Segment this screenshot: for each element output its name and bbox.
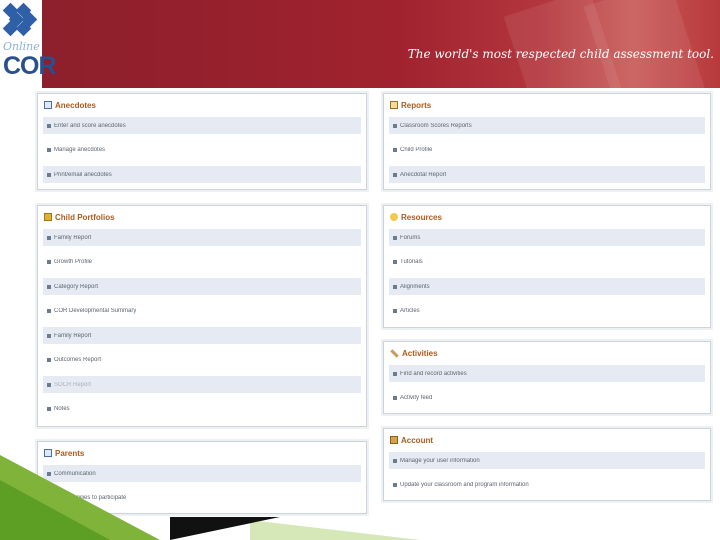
bullet-icon [393,458,397,463]
panel-link[interactable]: Outcomes Report [43,352,361,369]
decorative-black-triangle [170,517,280,540]
link-label: Update your classroom and program inform… [400,482,529,488]
panel-link[interactable]: SOCR Report [43,376,361,393]
link-label: Forums [400,234,421,241]
bullet-icon [393,284,397,289]
panel-link[interactable]: Growth Profile [43,254,361,271]
bullet-icon [393,235,397,240]
logo-tiles-icon [2,2,39,37]
bullet-icon [393,371,397,376]
link-label: Manage your user information [400,457,480,464]
portfolio-icon [44,213,52,221]
link-label: Manage anecdotes [54,147,106,153]
account-icon [390,436,398,444]
panel-link[interactable]: Print/email anecdotes [43,166,361,183]
child-portfolios-panel: Child Portfolios Family Report Growth Pro… [37,205,367,427]
pencil-icon [390,348,399,358]
bullet-icon [47,333,51,338]
bullet-icon [393,172,397,177]
panel-link[interactable]: Update your classroom and program inform… [389,477,705,494]
bullet-icon [47,358,51,362]
panel-header: Child Portfolios [44,210,115,224]
bullet-icon [47,407,51,411]
link-label: COR Developmental Summary [54,308,137,314]
link-label: Family Report [54,332,92,339]
bullet-icon [393,123,397,128]
bullet-icon [393,148,397,152]
bullet-icon [47,235,51,240]
decorative-green-triangle [0,480,110,540]
link-label: Child Profile [400,147,433,153]
link-label: Articles [400,308,420,314]
panel-header: Anecdotes [44,98,96,112]
panel-link[interactable]: Family Report [43,229,361,246]
panel-title: Account [401,435,433,445]
panel-link[interactable]: Forums [389,229,705,246]
panel-link[interactable]: Manage anecdotes [43,142,361,159]
header-banner: Online COR The world's most respected ch… [0,0,720,88]
panel-title: Child Portfolios [55,212,115,222]
link-label: Find and record activities [400,370,467,377]
reports-panel: Reports Classroom Scores Reports Child Pr… [383,93,711,190]
panel-link[interactable]: Notes [43,401,361,418]
logo[interactable]: Online COR [0,0,57,88]
panel-title: Activities [402,348,438,358]
bullet-icon [393,483,397,487]
link-label: Enter and score anecdotes [54,122,126,129]
bullet-icon [47,309,51,313]
panel-link[interactable]: Classroom Scores Reports [389,117,705,134]
tagline: The world's most respected child assessm… [407,47,714,61]
bullet-icon [47,172,51,177]
bullet-icon [393,396,397,400]
panel-link[interactable]: Family Report [43,327,361,344]
link-label: Tutorials [400,259,423,265]
link-label: SOCR Report [54,381,92,388]
panel-link[interactable]: Enter and score anecdotes [43,117,361,134]
link-label: Alignments [400,283,430,290]
link-label: Growth Profile [54,259,93,265]
bullet-icon [47,284,51,289]
link-label: Family Report [54,234,92,241]
bullet-icon [47,382,51,387]
panel-link[interactable]: Anecdotal Report [389,166,705,183]
link-label: Classroom Scores Reports [400,122,472,129]
link-label: Notes [54,406,70,412]
lightbulb-icon [390,213,398,221]
activities-panel: Activities Find and record activities Act… [383,341,711,414]
panel-title: Resources [401,212,442,222]
bullet-icon [393,309,397,313]
resources-panel: Resources Forums Tutorials Alignments Artic… [383,205,711,328]
anecdotes-icon [44,101,52,109]
panel-header: Reports [390,98,431,112]
account-panel: Account Manage your user information Upda… [383,428,711,501]
panel-header: Resources [390,210,442,224]
link-label: Category Report [54,283,99,290]
panel-link[interactable]: Child Profile [389,142,705,159]
panel-link[interactable]: Find and record activities [389,365,705,382]
bullet-icon [47,148,51,152]
panel-title: Anecdotes [55,100,96,110]
logo-cor-text: COR [3,52,57,80]
panel-link[interactable]: Category Report [43,278,361,295]
link-label: Outcomes Report [54,357,102,363]
link-label: Activity feed [400,395,433,401]
bullet-icon [393,260,397,264]
bullet-icon [47,123,51,128]
panel-link[interactable]: Articles [389,303,705,320]
link-label: Anecdotal Report [400,171,447,178]
reports-icon [390,101,398,109]
panel-link[interactable]: Tutorials [389,254,705,271]
panel-title: Reports [401,100,432,110]
panel-link[interactable]: Manage your user information [389,452,705,469]
panel-link[interactable]: Activity feed [389,390,705,407]
panel-link[interactable]: Alignments [389,278,705,295]
panel-header: Account [390,433,433,447]
link-label: Print/email anecdotes [54,171,112,178]
anecdotes-panel: Anecdotes Enter and score anecdotes Manag… [37,93,367,190]
bullet-icon [47,260,51,264]
panel-header: Activities [390,346,438,360]
panel-link[interactable]: COR Developmental Summary [43,303,361,320]
